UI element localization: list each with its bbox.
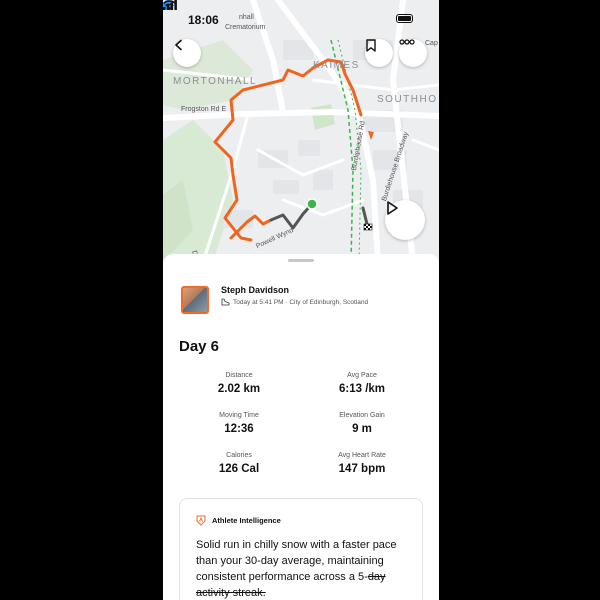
- play-icon: [387, 201, 398, 215]
- back-button[interactable]: [173, 39, 201, 67]
- play-flyover-button[interactable]: [385, 200, 425, 240]
- stat-moving-time: Moving Time 12:36: [179, 412, 299, 435]
- bookmark-icon: [366, 39, 376, 52]
- activity-sheet: Steph Davidson Today at 5:41 PM · City o…: [163, 254, 439, 600]
- stat-value: 6:13 /km: [338, 383, 386, 395]
- activity-title: Day 6: [179, 338, 220, 355]
- stat-distance: Distance 2.02 km: [179, 372, 299, 395]
- athlete-intelligence-icon: [196, 515, 206, 526]
- stat-label: Calories: [226, 452, 252, 459]
- stat-label: Avg Heart Rate: [338, 452, 386, 459]
- avatar[interactable]: [181, 286, 209, 314]
- route-map[interactable]: MORTONHALL KAIMES SOUTHHO Frogston Rd E …: [163, 0, 439, 262]
- battery-icon: [396, 14, 413, 23]
- stat-value: 12:36: [224, 423, 254, 435]
- map-label-southhouse: SOUTHHO: [377, 94, 438, 105]
- road-label-frogston: Frogston Rd E: [181, 106, 227, 113]
- ai-text-main: Solid run in chilly snow with a faster p…: [196, 539, 397, 583]
- stat-label: Avg Pace: [347, 372, 377, 379]
- stat-calories: Calories 126 Cal: [179, 452, 299, 475]
- back-icon: [175, 39, 182, 51]
- wifi-icon: [163, 0, 176, 10]
- stat-label: Elevation Gain: [339, 412, 385, 419]
- stat-value: 147 bpm: [338, 463, 386, 475]
- map-label-mortonhall: MORTONHALL: [173, 76, 258, 87]
- map-label-kaimes: KAIMES: [313, 60, 360, 71]
- more-icon: [399, 39, 415, 45]
- activity-meta: Today at 5:41 PM · City of Edinburgh, Sc…: [221, 298, 368, 306]
- stat-label: Distance: [225, 372, 253, 379]
- stat-avg-pace: Avg Pace 6:13 /km: [302, 372, 422, 395]
- stat-avg-heart-rate: Avg Heart Rate 147 bpm: [302, 452, 422, 475]
- sheet-grabber[interactable]: [288, 259, 314, 262]
- athlete-name[interactable]: Steph Davidson: [221, 285, 289, 295]
- athlete-intelligence-text: Solid run in chilly snow with a faster p…: [196, 537, 410, 600]
- shoe-icon: [221, 298, 230, 306]
- activity-meta-text: Today at 5:41 PM · City of Edinburgh, Sc…: [233, 298, 369, 306]
- athlete-intelligence-heading: Athlete Intelligence: [212, 516, 281, 525]
- athlete-intelligence-card[interactable]: Athlete Intelligence Solid run in chilly…: [179, 498, 423, 600]
- stat-elevation-gain: Elevation Gain 9 m: [302, 412, 422, 435]
- stat-label: Moving Time: [219, 412, 259, 419]
- stat-value: 2.02 km: [217, 383, 261, 395]
- phone-screen: MORTONHALL KAIMES SOUTHHO Frogston Rd E …: [163, 0, 439, 600]
- status-bar: 18:06: [163, 0, 439, 36]
- status-time: 18:06: [188, 13, 219, 27]
- stat-value: 126 Cal: [218, 463, 260, 475]
- stat-value: 9 m: [352, 423, 372, 435]
- save-route-button[interactable]: [365, 39, 393, 67]
- athlete-intelligence-header: Athlete Intelligence: [196, 515, 281, 526]
- map-label-cap: Cap: [425, 40, 438, 47]
- more-options-button[interactable]: [399, 39, 427, 67]
